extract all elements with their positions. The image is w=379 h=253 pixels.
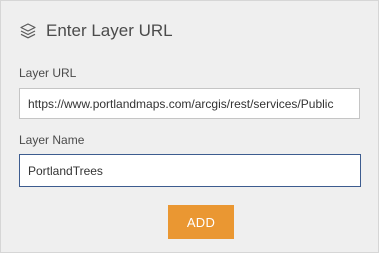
- layers-icon: [19, 22, 37, 40]
- layer-url-input[interactable]: [19, 88, 360, 119]
- layer-name-input[interactable]: [19, 154, 361, 187]
- add-button[interactable]: ADD: [168, 205, 234, 239]
- layer-url-label: Layer URL: [19, 66, 77, 80]
- layer-name-label: Layer Name: [19, 133, 85, 147]
- enter-layer-url-panel: Enter Layer URL Layer URL Layer Name ADD: [0, 0, 379, 253]
- dialog-header: Enter Layer URL: [19, 19, 173, 43]
- dialog-title: Enter Layer URL: [46, 21, 173, 40]
